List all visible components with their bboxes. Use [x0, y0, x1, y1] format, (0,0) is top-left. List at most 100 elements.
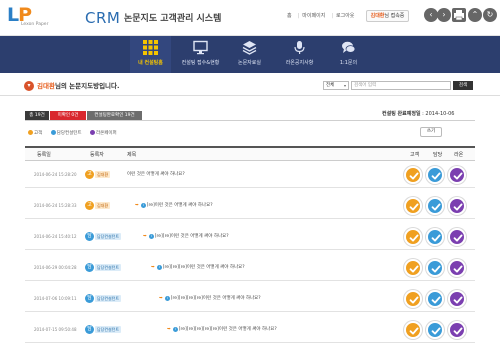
- table-row[interactable]: 2014-07-06 10:09:11 담 담당컨설턴트 ➥ i [re][re][re]…: [25, 287, 475, 312]
- reply-arrow-icon: ➥: [159, 296, 163, 301]
- customer-check-icon[interactable]: [404, 166, 422, 184]
- tab-unread[interactable]: 미확인 0건: [50, 111, 86, 120]
- author-name: 김대환: [95, 171, 111, 178]
- nav-label: 1:1문의: [339, 60, 358, 66]
- raon-check-icon[interactable]: [448, 259, 466, 277]
- nav-item-home[interactable]: 내 컨설팅홈: [130, 36, 171, 73]
- row-date: 2014-07-06 10:09:11: [34, 296, 77, 301]
- nav-item-consulting[interactable]: 컨설팅 접수&현황: [180, 36, 221, 73]
- table-row[interactable]: 2014-06-24 15:28:33 고 김대환 ➥ i [re]이런 것은 어떻게 써…: [25, 194, 475, 219]
- row-subject[interactable]: ➥ i [re][re][re][re]이런 것은 어떻게 써야 하나요?: [159, 296, 261, 302]
- greeting-name: 김대환: [37, 82, 55, 90]
- raon-check-icon[interactable]: [448, 321, 466, 339]
- refresh-icon[interactable]: ↻: [483, 8, 497, 22]
- logout-link[interactable]: 로그아웃: [336, 13, 354, 19]
- author-name: 담당컨설턴트: [95, 233, 122, 240]
- customer-check-icon[interactable]: [404, 259, 422, 277]
- legend: 고객 담당컨설턴트 라온페이퍼: [28, 130, 124, 137]
- legend-item-raon: 라온페이퍼: [90, 130, 117, 136]
- consult-due-date: 컨설팅 완료예정일 : 2014-10-06: [382, 111, 454, 118]
- row-subject-text: [re][re]이런 것은 어떻게 써야 하나요?: [154, 234, 229, 239]
- row-subject[interactable]: 이런 것은 어떻게 써야 하나요?: [127, 172, 185, 178]
- row-subject-text: [re][re][re][re]이런 것은 어떻게 써야 하나요?: [170, 296, 261, 301]
- consult-due-value: : 2014-10-06: [420, 111, 455, 117]
- row-date: 2014-06-24 15:28:33: [34, 203, 77, 208]
- customer-check-icon[interactable]: [404, 228, 422, 246]
- author-name: 담당컨설턴트: [95, 326, 122, 333]
- row-date: 2014-06-29 00:04:28: [34, 265, 77, 270]
- author-type-icon: 담: [85, 263, 94, 272]
- search-input[interactable]: 검색어 입력: [351, 81, 451, 90]
- row-date: 2014-07-15 09:50:48: [34, 327, 77, 332]
- nav-label: 컨설팅 접수&현황: [181, 60, 220, 66]
- row-subject[interactable]: ➥ i [re]이런 것은 어떻게 써야 하나요?: [135, 203, 213, 209]
- row-subject[interactable]: ➥ i [re][re]이런 것은 어떻게 써야 하나요?: [143, 234, 229, 240]
- raon-check-icon[interactable]: [448, 166, 466, 184]
- search-button[interactable]: 검색: [453, 81, 473, 90]
- author-type-icon: 담: [85, 294, 94, 303]
- table-row[interactable]: 2014-07-15 09:50:48 담 담당컨설턴트 ➥ i [re][re][re]…: [25, 318, 475, 343]
- manager-check-icon[interactable]: [426, 228, 444, 246]
- author-type-icon: 고: [85, 201, 94, 210]
- manager-check-icon[interactable]: [426, 290, 444, 308]
- top-header: LP Lexon Paper CRM 논문지도 고객관리 시스템 홈 | 마이페이지…: [0, 0, 500, 36]
- user-suffix: 님 접속중: [384, 13, 405, 19]
- manager-check-icon[interactable]: [426, 166, 444, 184]
- row-date: 2014-06-24 15:28:20: [34, 172, 77, 177]
- reply-arrow-icon: ➥: [135, 203, 139, 208]
- author-type-icon: 고: [85, 170, 94, 179]
- home-link[interactable]: 홈: [287, 13, 292, 19]
- nav-item-notice[interactable]: 라온공지사항: [279, 36, 320, 73]
- author-badge: 고 김대환: [85, 201, 111, 210]
- top-arrow-icon[interactable]: ⌃: [468, 8, 482, 22]
- table-header: 등록일 등록자 제목 고객 담당 라온: [25, 146, 475, 161]
- legend-dot: [90, 130, 95, 135]
- manager-check-icon[interactable]: [426, 197, 444, 215]
- legend-dot: [50, 130, 56, 135]
- layers-icon: [242, 41, 257, 55]
- customer-check-icon[interactable]: [404, 197, 422, 215]
- col-subject: 제목: [127, 152, 137, 158]
- nav-item-library[interactable]: 논문자료실: [229, 36, 270, 73]
- chevron-down-icon: ▾: [24, 81, 34, 91]
- print-icon[interactable]: [452, 8, 466, 22]
- raon-check-icon[interactable]: [448, 228, 466, 246]
- raon-check-icon[interactable]: [448, 197, 466, 215]
- tab-total[interactable]: 총 19건: [25, 111, 49, 120]
- col-customer: 고객: [410, 152, 420, 158]
- greeting-text: 김대환님의 논문지도방입니다.: [37, 82, 120, 90]
- nav-label: 논문자료실: [237, 60, 261, 66]
- search-scope-select[interactable]: 전체 ▾: [323, 81, 349, 90]
- row-subject-text: [re][re][re]이런 것은 어떻게 써야 하나요?: [162, 265, 245, 270]
- reply-arrow-icon: ➥: [143, 234, 147, 239]
- author-badge: 담 담당컨설턴트: [85, 263, 122, 272]
- mypage-link[interactable]: 마이페이지: [302, 13, 325, 19]
- author-name: 담당컨설턴트: [95, 264, 122, 271]
- table-row[interactable]: 2014-06-24 15:40:12 담 담당컨설턴트 ➥ i [re][re]이런 것…: [25, 225, 475, 250]
- customer-check-icon[interactable]: [404, 290, 422, 308]
- manager-check-icon[interactable]: [426, 259, 444, 277]
- back-icon[interactable]: ‹: [424, 8, 438, 22]
- tab-completed[interactable]: 컨설팅완료확인 19건: [87, 111, 142, 120]
- row-subject[interactable]: ➥ i [re][re][re][re][re]이런 것은 어떻게 써야 하나요?: [167, 327, 277, 333]
- chat-icon: [342, 41, 356, 53]
- forward-icon[interactable]: ›: [437, 8, 451, 22]
- separator: |: [331, 13, 333, 19]
- raon-check-icon[interactable]: [448, 290, 466, 308]
- table-row[interactable]: 2014-06-29 00:04:28 담 담당컨설턴트 ➥ i [re][re][re]…: [25, 256, 475, 281]
- customer-check-icon[interactable]: [404, 321, 422, 339]
- top-links: 홈 | 마이페이지 | 로그아웃: [287, 13, 357, 20]
- legend-label: 라온페이퍼: [96, 131, 117, 136]
- row-subject[interactable]: ➥ i [re][re][re]이런 것은 어떻게 써야 하나요?: [151, 265, 245, 271]
- crm-label: CRM: [85, 9, 121, 27]
- logo[interactable]: LP Lexon Paper: [7, 5, 71, 31]
- write-button[interactable]: 쓰기: [420, 127, 442, 137]
- grid-icon: [143, 40, 158, 55]
- table-row[interactable]: 2014-06-24 15:28:20 고 김대환 이런 것은 어떻게 써야 하나요?: [25, 163, 475, 188]
- manager-check-icon[interactable]: [426, 321, 444, 339]
- greeting-suffix: 님의 논문지도방입니다.: [54, 82, 120, 90]
- nav-item-inquiry[interactable]: 1:1문의: [328, 36, 369, 73]
- separator: |: [297, 13, 300, 19]
- divider: [25, 120, 475, 121]
- reply-arrow-icon: ➥: [167, 327, 171, 332]
